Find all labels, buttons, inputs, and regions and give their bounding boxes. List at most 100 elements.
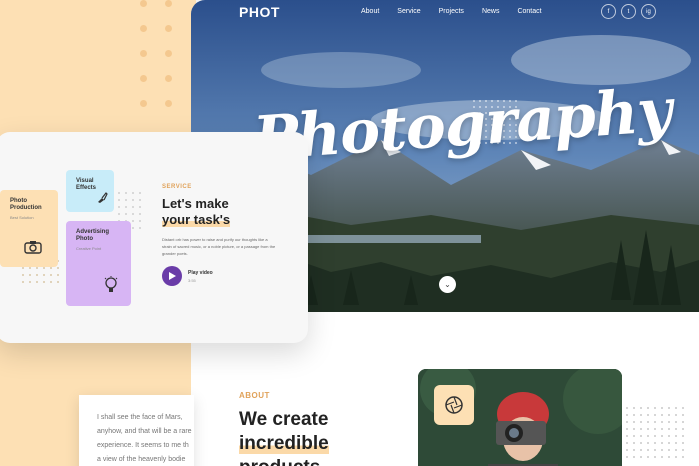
decorative-dot [640, 435, 642, 437]
decorative-dot [36, 267, 38, 269]
decorative-dot [125, 213, 127, 215]
decorative-dot [654, 428, 656, 430]
tile-subtitle: Best Solution [10, 215, 34, 220]
decorative-dot-grid [626, 407, 686, 462]
decorative-dot [654, 407, 656, 409]
quote-text: I shall see the face of Mars, anyhow, an… [97, 414, 192, 463]
decorative-dot [668, 428, 670, 430]
decorative-dot [57, 274, 59, 276]
decorative-dot [626, 449, 628, 451]
decorative-dot [654, 456, 656, 458]
decorative-dot [139, 199, 141, 201]
decorative-dot [118, 199, 120, 201]
decorative-dot [50, 274, 52, 276]
decorative-dot [36, 281, 38, 283]
decorative-dot [626, 414, 628, 416]
decorative-dot [118, 206, 120, 208]
decorative-dot [647, 407, 649, 409]
service-label: SERVICE [162, 184, 192, 190]
brand-logo[interactable]: PHOT [239, 4, 280, 20]
decorative-dot [661, 449, 663, 451]
scroll-down-button[interactable]: ⌄ [439, 276, 456, 293]
about-heading-line: incredible [239, 433, 329, 454]
decorative-dot [640, 456, 642, 458]
decorative-dot [125, 199, 127, 201]
about-label: ABOUT [239, 391, 270, 400]
decorative-dot [675, 428, 677, 430]
decorative-dot [661, 442, 663, 444]
decorative-dot [139, 192, 141, 194]
about-heading-line: products [239, 456, 329, 466]
decorative-dot [668, 456, 670, 458]
service-heading-line: your task's [162, 212, 231, 227]
nav-item-contact[interactable]: Contact [517, 8, 541, 15]
photographer-image [418, 369, 622, 466]
decorative-dot [661, 456, 663, 458]
tile-title: Advertising [76, 229, 110, 235]
decorative-dot [633, 414, 635, 416]
decorative-dot [668, 442, 670, 444]
decorative-dot [668, 449, 670, 451]
decorative-dot [647, 442, 649, 444]
play-video-button[interactable] [162, 266, 182, 286]
tile-title: Photo [10, 198, 27, 204]
decorative-dot [640, 414, 642, 416]
twitter-icon[interactable]: t [621, 4, 636, 19]
camera-icon [24, 241, 42, 254]
decorative-dot [633, 442, 635, 444]
play-video-label[interactable]: Play video [188, 270, 213, 276]
decorative-dot [125, 206, 127, 208]
decorative-dot [647, 421, 649, 423]
decorative-dot [682, 435, 684, 437]
play-icon [168, 272, 176, 280]
quote-card: I shall see the face of Mars, anyhow, an… [79, 395, 194, 466]
decorative-dot [668, 435, 670, 437]
decorative-dot [633, 407, 635, 409]
decorative-dot [668, 414, 670, 416]
nav-item-service[interactable]: Service [397, 8, 420, 15]
decorative-dot [125, 192, 127, 194]
decorative-dot [57, 267, 59, 269]
decorative-dot [29, 281, 31, 283]
decorative-dot [57, 281, 59, 283]
decorative-dot [139, 220, 141, 222]
decorative-dot [640, 442, 642, 444]
decorative-dot [626, 435, 628, 437]
decorative-dot [654, 449, 656, 451]
brush-icon [98, 192, 108, 203]
decorative-dot [682, 407, 684, 409]
tile-photo-production[interactable]: Photo Production Best Solution [0, 190, 58, 267]
nav-item-projects[interactable]: Projects [439, 8, 464, 15]
tile-advertising-photo[interactable]: Advertising Photo Creative Point [66, 221, 131, 306]
tile-subtitle: Creative Point [76, 246, 102, 251]
nav-item-news[interactable]: News [482, 8, 500, 15]
decorative-dot [647, 435, 649, 437]
service-heading-line: Let's make [162, 196, 229, 211]
decorative-dot [661, 407, 663, 409]
decorative-dot [140, 75, 147, 82]
decorative-dot [647, 428, 649, 430]
decorative-dot [50, 281, 52, 283]
decorative-dot [118, 192, 120, 194]
decorative-dot [661, 428, 663, 430]
decorative-dot [682, 449, 684, 451]
nav-item-about[interactable]: About [361, 8, 379, 15]
decorative-dot [626, 421, 628, 423]
decorative-dot [118, 213, 120, 215]
decorative-dot [668, 421, 670, 423]
decorative-dot [140, 25, 147, 32]
facebook-icon[interactable]: f [601, 4, 616, 19]
decorative-dot [140, 0, 147, 7]
decorative-dot [640, 428, 642, 430]
decorative-dot [654, 414, 656, 416]
play-video-duration: 3:55 [188, 278, 196, 283]
instagram-icon[interactable]: ig [641, 4, 656, 19]
decorative-dot [675, 421, 677, 423]
decorative-dot [661, 435, 663, 437]
decorative-dot [654, 442, 656, 444]
chevron-down-icon: ⌄ [444, 280, 451, 289]
decorative-dot [661, 414, 663, 416]
tile-visual-effects[interactable]: Visual Effects [66, 170, 114, 212]
decorative-dot [43, 267, 45, 269]
service-card: Photo Production Best Solution Visual Ef… [0, 132, 308, 343]
